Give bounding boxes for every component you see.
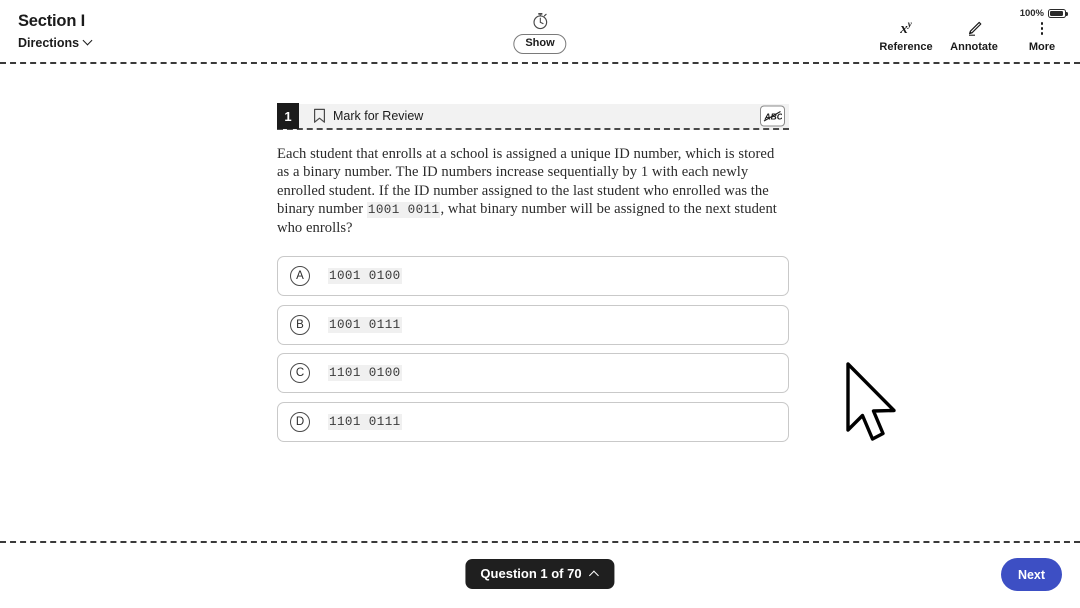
- question-navigator-button[interactable]: Question 1 of 70: [465, 559, 615, 589]
- directions-dropdown[interactable]: Directions: [18, 36, 93, 51]
- more-label: More: [1028, 41, 1056, 53]
- question-stem-binary: 1001 0011: [366, 201, 441, 218]
- timer-group: Show: [513, 10, 567, 54]
- tool-buttons-group: xy Reference Annotate More: [879, 18, 1066, 54]
- choice-text-a: 1001 0100: [328, 268, 402, 285]
- choice-text-c: 1101 0100: [328, 365, 402, 382]
- vertical-dots-icon: [1040, 18, 1044, 38]
- bottom-navigation-bar: Question 1 of 70 Next: [0, 543, 1080, 608]
- choice-letter-a: A: [290, 266, 310, 287]
- answer-choice-a[interactable]: A 1001 0100: [277, 256, 789, 297]
- mark-for-review-label: Mark for Review: [333, 108, 424, 123]
- stopwatch-icon: [533, 12, 547, 30]
- abc-strikethrough-icon[interactable]: ABC: [760, 105, 785, 127]
- choice-letter-c: C: [290, 363, 310, 384]
- question-number-badge: 1: [277, 103, 299, 129]
- mark-for-review-toggle[interactable]: Mark for Review: [313, 108, 423, 124]
- reference-button[interactable]: xy Reference: [879, 18, 933, 54]
- mouse-pointer-arrow: [846, 362, 896, 441]
- answer-choice-c[interactable]: C 1101 0100: [277, 353, 789, 394]
- bookmark-icon: [314, 108, 325, 123]
- test-app-window: Section I Directions Show 100% xy Refere…: [0, 0, 1080, 608]
- annotate-label: Annotate: [950, 41, 998, 53]
- reference-label: Reference: [879, 41, 933, 53]
- answer-choices-list: A 1001 0100 B 1001 0111 C 1101 0100 D 11…: [277, 256, 789, 442]
- pencil-icon: [966, 18, 983, 38]
- answer-choice-b[interactable]: B 1001 0111: [277, 304, 789, 345]
- section-header: Section I Directions: [18, 11, 93, 51]
- choice-letter-b: B: [290, 314, 310, 335]
- show-timer-button[interactable]: Show: [513, 34, 567, 54]
- directions-label: Directions: [18, 36, 80, 50]
- x-superscript-y-icon: xy: [900, 18, 912, 37]
- question-content-area: 1 Mark for Review ABC Each student that …: [0, 64, 1080, 541]
- choice-text-d: 1101 0111: [328, 413, 402, 430]
- choice-letter-d: D: [290, 411, 310, 432]
- question-stem: Each student that enrolls at a school is…: [277, 145, 785, 237]
- question-header-bar: 1 Mark for Review ABC: [277, 103, 789, 130]
- next-button[interactable]: Next: [1001, 558, 1062, 591]
- battery-full-icon: [1048, 8, 1069, 19]
- question-navigator-label: Question 1 of 70: [480, 566, 582, 581]
- more-button[interactable]: More: [1018, 18, 1066, 54]
- chevron-down-icon: [84, 37, 93, 46]
- top-toolbar: Section I Directions Show 100% xy Refere…: [0, 0, 1080, 62]
- page-title: Section I: [18, 12, 85, 30]
- choice-text-b: 1001 0111: [328, 316, 402, 333]
- answer-choice-d[interactable]: D 1101 0111: [277, 401, 789, 442]
- question-panel: 1 Mark for Review ABC Each student that …: [277, 103, 789, 442]
- chevron-up-icon: [591, 569, 600, 578]
- annotate-button[interactable]: Annotate: [950, 18, 998, 54]
